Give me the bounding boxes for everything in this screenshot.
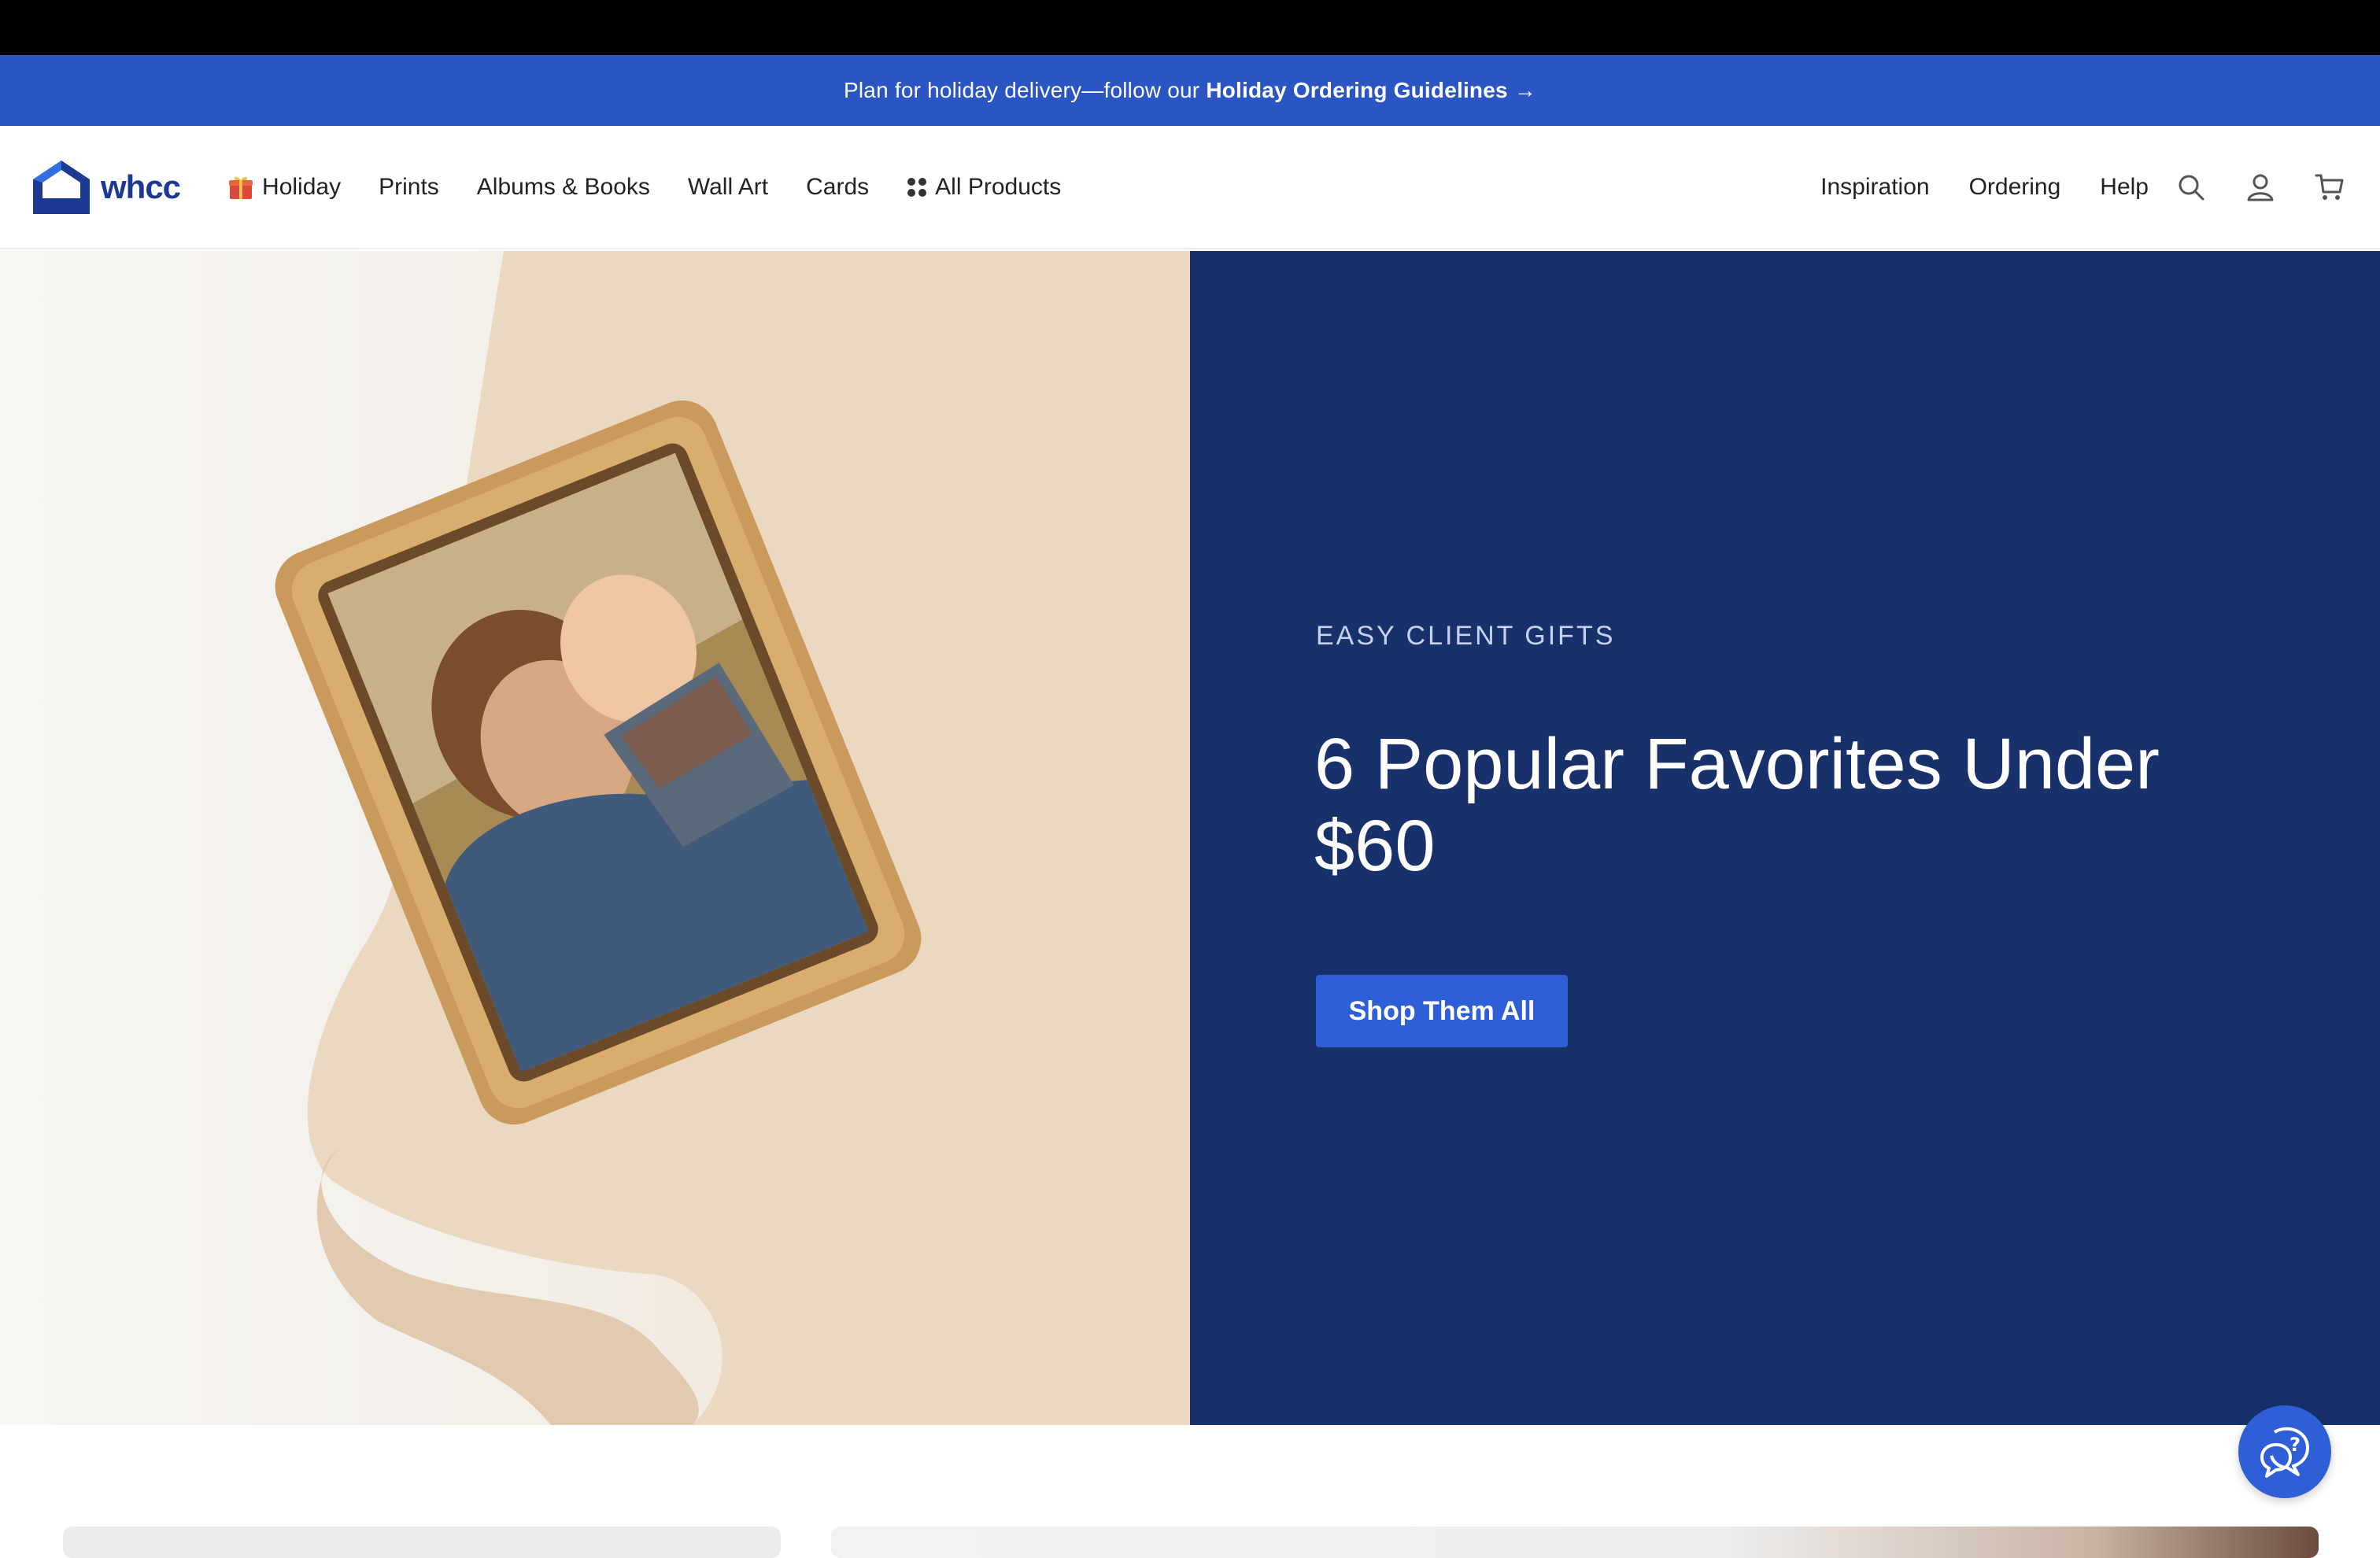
house-logo-icon — [33, 160, 90, 214]
account-button[interactable] — [2241, 168, 2279, 206]
browser-top-strip — [0, 0, 2380, 55]
hero-eyebrow: EASY CLIENT GIFTS — [1316, 621, 1616, 651]
content-card[interactable] — [831, 1527, 2319, 1558]
hero-image — [0, 251, 1190, 1425]
nav-holiday-label: Holiday — [262, 173, 342, 200]
search-button[interactable] — [2172, 168, 2210, 206]
nav-cards[interactable]: Cards — [806, 174, 869, 201]
hero-panel: EASY CLIENT GIFTS 6 Popular Favorites Un… — [1190, 251, 2380, 1425]
arrow-right-icon: → — [1513, 78, 1536, 102]
logo[interactable]: whcc — [31, 159, 181, 216]
account-icon — [2247, 174, 2274, 201]
logo-text: whcc — [101, 168, 181, 205]
secondary-nav: Inspiration Ordering Help — [1820, 174, 2149, 201]
nav-wall-art[interactable]: Wall Art — [688, 174, 768, 201]
chat-help-icon: ? — [2260, 1427, 2309, 1478]
site-header: whcc Holiday Prints Albums & Books Wall … — [0, 126, 2380, 249]
help-chat-button[interactable]: ? — [2238, 1405, 2331, 1498]
nav-all-products[interactable]: All Products — [907, 174, 1061, 201]
announcement-banner[interactable]: Plan for holiday delivery—follow our Hol… — [0, 55, 2380, 126]
nav-all-products-label: All Products — [935, 173, 1062, 200]
nav-prints[interactable]: Prints — [379, 174, 439, 201]
nav-albums-books[interactable]: Albums & Books — [477, 174, 650, 201]
nav-ordering[interactable]: Ordering — [1969, 174, 2061, 201]
primary-nav: Holiday Prints Albums & Books Wall Art C… — [227, 174, 1099, 201]
nav-holiday[interactable]: Holiday — [227, 174, 341, 201]
search-icon — [2179, 175, 2204, 200]
shop-them-all-button[interactable]: Shop Them All — [1316, 975, 1568, 1047]
nav-inspiration[interactable]: Inspiration — [1820, 174, 1929, 201]
cart-button[interactable] — [2311, 168, 2349, 206]
hero-illustration — [275, 251, 1190, 1425]
content-card[interactable] — [63, 1527, 781, 1558]
hero-headline: 6 Popular Favorites Under $60 — [1314, 724, 2160, 886]
svg-text:?: ? — [2289, 1434, 2301, 1456]
banner-link[interactable]: Holiday Ordering Guidelines — [1206, 78, 1507, 103]
nav-help[interactable]: Help — [2100, 174, 2149, 201]
hero-section: EASY CLIENT GIFTS 6 Popular Favorites Un… — [0, 251, 2380, 1425]
gift-icon — [229, 176, 253, 199]
grid-dots-icon — [907, 177, 927, 197]
banner-text: Plan for holiday delivery—follow our — [844, 78, 1200, 102]
cart-icon — [2315, 174, 2344, 200]
